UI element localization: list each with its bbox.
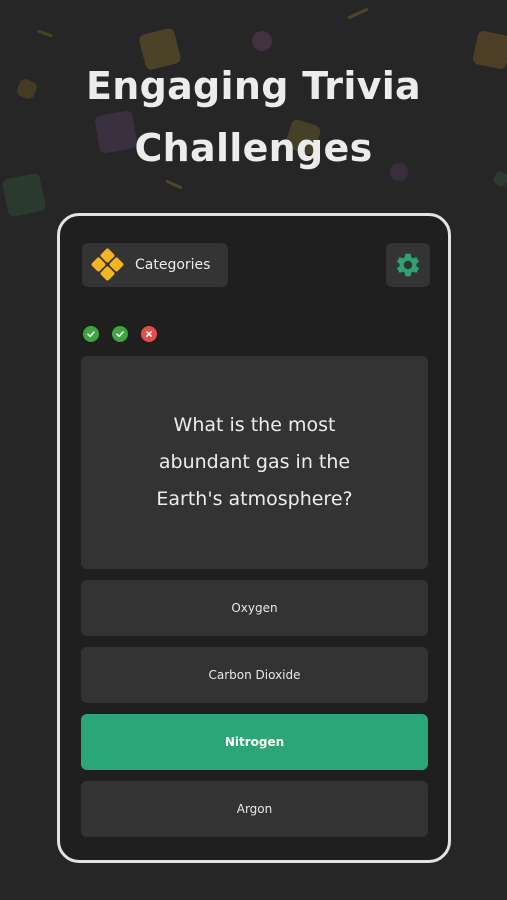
answer-label: Argon bbox=[236, 802, 273, 816]
answer-label: Nitrogen bbox=[224, 735, 285, 749]
question-text: What is the most abundant gas in the Ear… bbox=[156, 414, 353, 510]
answer-label: Oxygen bbox=[231, 601, 278, 615]
categories-button[interactable]: Categories bbox=[82, 243, 228, 287]
gear-icon bbox=[397, 253, 419, 277]
question-card: What is the most abundant gas in the Ear… bbox=[81, 356, 428, 569]
headline: Engaging Trivia Challenges bbox=[0, 55, 507, 179]
background-confetti bbox=[252, 31, 272, 51]
headline-line-2: Challenges bbox=[134, 126, 373, 170]
answer-option[interactable]: Oxygen bbox=[81, 580, 428, 636]
answer-option-correct[interactable]: Nitrogen bbox=[81, 714, 428, 770]
wrong-x-icon bbox=[141, 326, 157, 342]
answer-option[interactable]: Carbon Dioxide bbox=[81, 647, 428, 703]
background-streamer bbox=[36, 29, 54, 38]
background-streamer bbox=[347, 7, 369, 20]
background-confetti bbox=[1, 172, 47, 218]
background-streamer bbox=[165, 179, 183, 190]
phone-frame: Categories What is the most abundant gas… bbox=[57, 213, 451, 863]
headline-line-1: Engaging Trivia bbox=[85, 64, 421, 108]
categories-label: Categories bbox=[135, 257, 211, 273]
answer-history bbox=[83, 326, 157, 342]
answer-option[interactable]: Argon bbox=[81, 781, 428, 837]
answer-label: Carbon Dioxide bbox=[208, 668, 301, 682]
settings-button[interactable] bbox=[386, 243, 430, 287]
correct-check-icon bbox=[112, 326, 128, 342]
four-diamonds-icon bbox=[90, 247, 125, 282]
correct-check-icon bbox=[83, 326, 99, 342]
